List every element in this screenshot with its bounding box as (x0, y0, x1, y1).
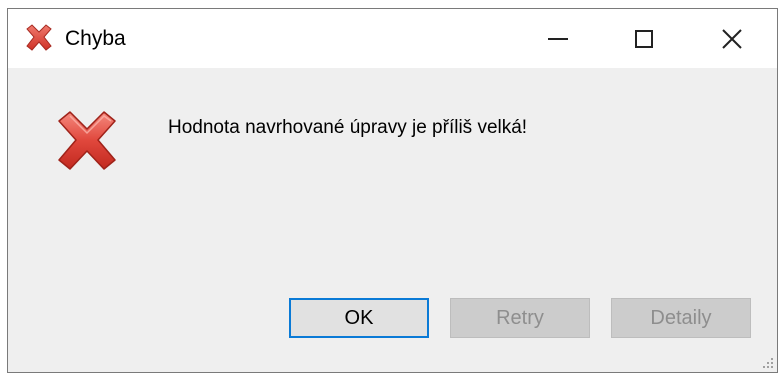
error-message: Hodnota navrhované úpravy je příliš velk… (168, 117, 528, 138)
maximize-icon (635, 29, 653, 48)
maximize-button[interactable] (621, 9, 667, 68)
resize-grip-icon[interactable] (762, 357, 774, 369)
details-button[interactable]: Detaily (611, 298, 751, 338)
minimize-icon (548, 37, 568, 40)
close-icon (722, 28, 742, 49)
title-bar[interactable]: Chyba (8, 9, 777, 68)
error-x-icon (58, 111, 116, 170)
error-x-icon (26, 24, 52, 51)
close-button[interactable] (709, 9, 755, 68)
error-dialog: Chyba Hodnota navrhované úpravy je příli… (7, 8, 778, 373)
retry-button[interactable]: Retry (450, 298, 590, 338)
minimize-button[interactable] (535, 9, 581, 68)
ok-button[interactable]: OK (289, 298, 429, 338)
window-title: Chyba (65, 27, 126, 50)
